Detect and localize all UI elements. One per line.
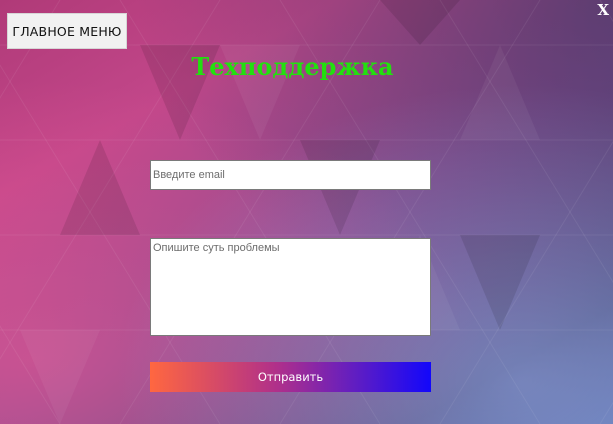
problem-description-field[interactable] — [150, 238, 431, 336]
email-field[interactable] — [150, 160, 431, 190]
main-menu-button[interactable]: ГЛАВНОЕ МЕНЮ — [7, 13, 127, 49]
submit-button[interactable]: Отправить — [150, 362, 431, 392]
close-icon[interactable]: X — [597, 1, 609, 19]
page-title: Техподдержка — [191, 52, 394, 81]
